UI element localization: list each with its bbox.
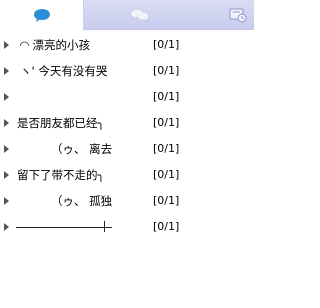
group-count: [0/1] (153, 116, 180, 129)
group-row[interactable]: [0/1] (0, 84, 254, 110)
group-list: ◜◝ 漂亮的小孩 [0/1] ヽ' 今天有没有哭 [0/1] [0/1] 是否朋… (0, 32, 254, 240)
group-name: 留下了带不走的╮ (17, 168, 105, 182)
group-count: [0/1] (153, 142, 180, 155)
group-count: [0/1] (153, 90, 180, 103)
tab-history[interactable] (196, 0, 280, 30)
history-icon (229, 8, 247, 23)
group-count: [0/1] (153, 168, 180, 181)
group-row[interactable]: （ゥ、 离去 [0/1] (0, 136, 254, 162)
group-name: （ゥ、 孤独 (51, 194, 113, 208)
group-name: ◜◝ 漂亮的小孩 (20, 38, 91, 52)
group-count: [0/1] (153, 64, 180, 77)
group-row[interactable]: [0/1] (0, 214, 254, 240)
expand-arrow-icon[interactable] (4, 41, 9, 49)
group-count: [0/1] (153, 194, 180, 207)
group-count: [0/1] (153, 38, 180, 51)
expand-arrow-icon[interactable] (4, 145, 9, 153)
group-row[interactable]: ヽ' 今天有没有哭 [0/1] (0, 58, 254, 84)
expand-arrow-icon[interactable] (4, 223, 9, 231)
expand-arrow-icon[interactable] (4, 119, 9, 127)
chat-bubble-icon (33, 8, 50, 22)
group-name: （ゥ、 离去 (51, 142, 113, 156)
expand-arrow-icon[interactable] (4, 93, 9, 101)
group-name: 是否朋友都已经╮ (17, 116, 105, 130)
chat-bubbles-icon (130, 8, 150, 23)
tab-groups[interactable] (98, 0, 182, 30)
line-divider (16, 227, 112, 228)
expand-arrow-icon[interactable] (4, 197, 9, 205)
group-row[interactable]: （ゥ、 孤独 [0/1] (0, 188, 254, 214)
group-row[interactable]: 留下了带不走的╮ [0/1] (0, 162, 254, 188)
group-row[interactable]: 是否朋友都已经╮ [0/1] (0, 110, 254, 136)
tab-contacts[interactable] (0, 0, 84, 31)
group-count: [0/1] (153, 220, 180, 233)
expand-arrow-icon[interactable] (4, 171, 9, 179)
line-divider-end (104, 221, 105, 232)
expand-arrow-icon[interactable] (4, 67, 9, 75)
group-row[interactable]: ◜◝ 漂亮的小孩 [0/1] (0, 32, 254, 58)
tab-bar (0, 0, 254, 31)
group-name: ヽ' 今天有没有哭 (20, 64, 108, 78)
